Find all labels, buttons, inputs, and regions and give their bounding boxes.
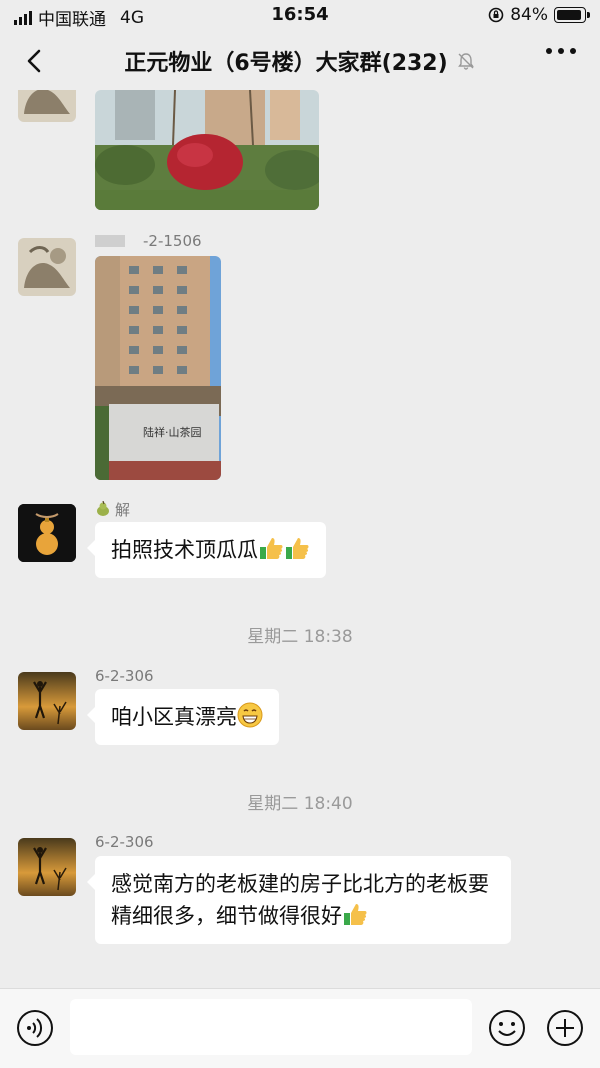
message-text: 咱小区真漂亮 — [111, 705, 237, 729]
chat-area[interactable]: -2-1506 陆祥·山茶园 解 拍照技术顶瓜瓜 星期二 18:38 6-2-3… — [0, 90, 600, 988]
text-bubble[interactable]: 感觉南方的老板建的房子比北方的老板要精细很多，细节做得很好 — [87, 856, 511, 944]
chat-title-wrap: 正元物业（6号楼）大家群(232) — [124, 45, 475, 77]
sender-name: 6-2-306 — [95, 833, 154, 851]
rotation-lock-icon — [488, 7, 504, 23]
photo-message[interactable] — [95, 90, 319, 210]
mute-bell-icon — [457, 53, 474, 70]
message-input[interactable] — [70, 999, 472, 1055]
time-label: 星期二 18:38 — [247, 627, 353, 647]
sender-name: 6-2-306 — [95, 667, 154, 685]
sender-name: 解 — [95, 499, 130, 520]
thumbs-up-icon — [260, 538, 283, 559]
avatar[interactable] — [18, 504, 76, 562]
avatar[interactable] — [18, 238, 76, 296]
photo-message[interactable]: 陆祥·山茶园 — [95, 256, 221, 480]
sender-label: 解 — [115, 501, 131, 519]
back-icon[interactable] — [20, 44, 50, 78]
battery-percent: 84% — [510, 5, 548, 25]
avatar[interactable] — [18, 672, 76, 730]
text-bubble[interactable]: 咱小区真漂亮 — [87, 689, 279, 745]
battery-icon — [554, 7, 590, 23]
sender-blur — [95, 235, 125, 247]
thumbs-up-icon — [286, 538, 309, 559]
more-icon[interactable] — [546, 48, 576, 54]
avatar[interactable] — [18, 838, 76, 896]
sender-label: -2-1506 — [143, 232, 202, 250]
input-bar — [0, 988, 600, 1068]
grin-icon — [237, 702, 263, 728]
time-label: 星期二 18:40 — [247, 794, 353, 814]
status-bar: 中国联通 4G 16:54 84% — [0, 0, 600, 32]
text-bubble[interactable]: 拍照技术顶瓜瓜 — [87, 522, 326, 578]
chat-title: 正元物业（6号楼）大家群(232) — [124, 51, 448, 76]
message-text: 拍照技术顶瓜瓜 — [111, 538, 258, 562]
pear-icon — [97, 500, 109, 516]
voice-icon[interactable] — [16, 1009, 54, 1047]
sender-name: -2-1506 — [95, 232, 202, 250]
avatar[interactable] — [18, 90, 76, 122]
nav-bar: 正元物业（6号楼）大家群(232) — [0, 32, 600, 90]
message-text: 感觉南方的老板建的房子比北方的老板要精细很多，细节做得很好 — [111, 872, 489, 928]
emoji-icon[interactable] — [488, 1009, 526, 1047]
plus-icon[interactable] — [546, 1009, 584, 1047]
thumbs-up-icon — [344, 904, 367, 925]
status-right: 84% — [488, 5, 590, 25]
photo-sign-text: 陆祥·山茶园 — [143, 426, 202, 439]
